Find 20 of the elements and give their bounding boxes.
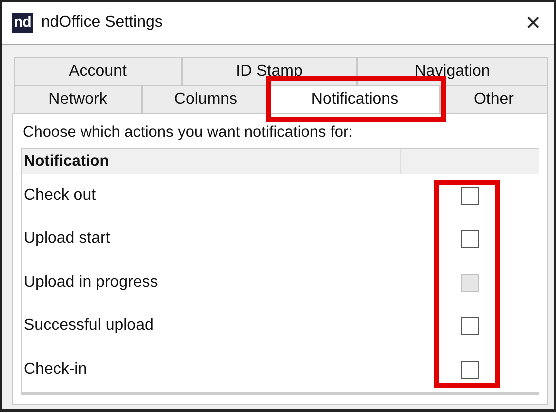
notification-label: Check out [23,186,98,205]
notification-label: Upload start [23,230,112,248]
tab[interactable]: Other [440,85,548,113]
description-text: Choose which actions you want notifications for: [22,123,354,143]
notification-label: Upload in progress [23,274,160,292]
tab[interactable]: ID Stamp [182,57,357,85]
tab[interactable]: Navigation [357,57,548,85]
tab[interactable]: Account [14,57,182,85]
tab[interactable]: Network [14,85,142,113]
window-title: ndOffice Settings [41,14,163,32]
column-header: Notification [22,149,401,174]
notification-label: Check-in [23,360,88,379]
notification-label: Successful upload [23,317,155,336]
checkbox[interactable] [460,186,478,205]
tab[interactable]: Notifications [270,85,440,113]
checkbox[interactable] [460,317,478,336]
checkbox[interactable] [460,230,478,248]
close-button[interactable]: ✕ [523,10,544,36]
checkbox[interactable] [460,360,478,379]
app-logo: nd [12,13,34,33]
